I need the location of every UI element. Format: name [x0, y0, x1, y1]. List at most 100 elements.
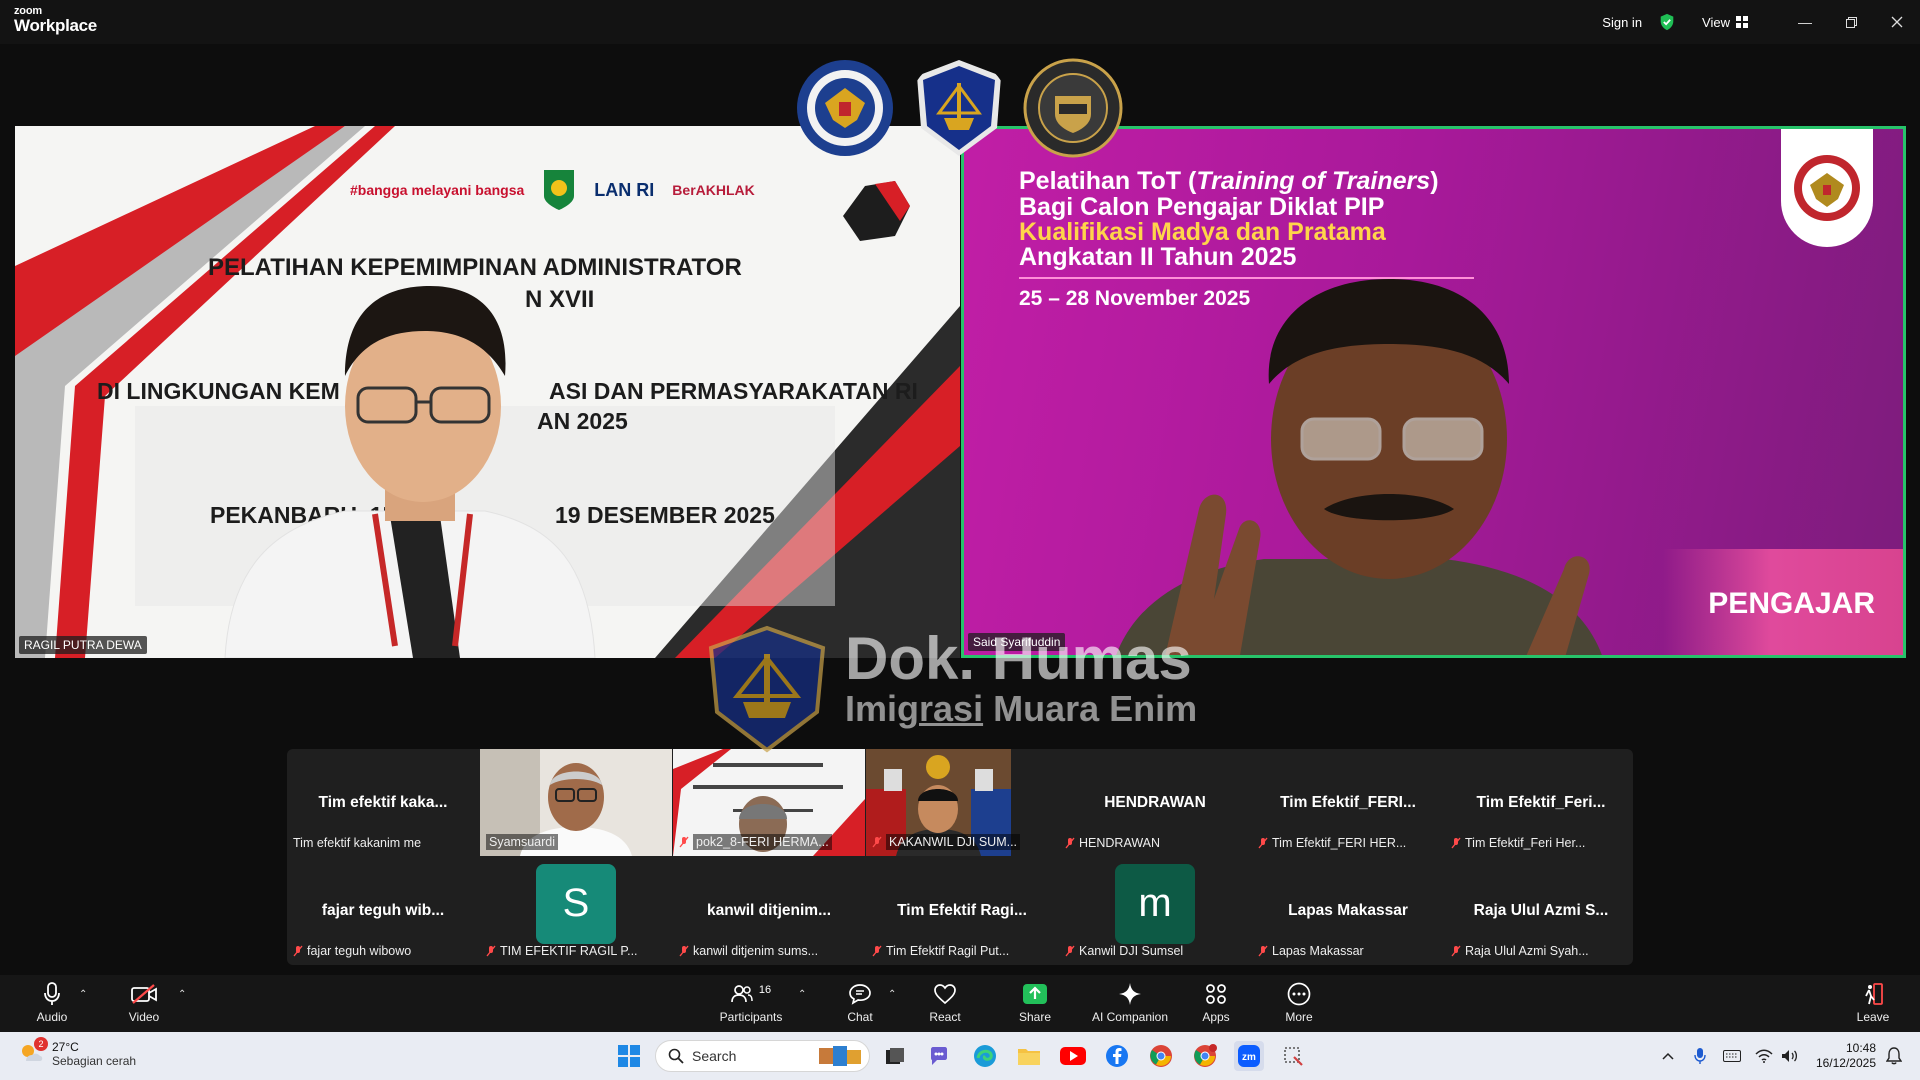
sign-in-link[interactable]: Sign in [1602, 15, 1642, 30]
gallery-tile-name: Tim efektif kakanim me [293, 836, 421, 850]
video-options-chevron-icon[interactable]: ⌃ [178, 989, 186, 1000]
chrome-profile-icon[interactable] [1190, 1041, 1220, 1071]
gallery-tile-name-text: Kanwil DJI Sumsel [1079, 944, 1184, 958]
gallery-tile-name-text: TIM EFEKTIF RAGIL P... [500, 944, 638, 958]
gallery-tile[interactable]: Raja Ulul Azmi S... Raja Ulul Azmi Syah.… [1445, 857, 1633, 964]
gallery-tile-name-text: Tim Efektif_Feri Her... [1465, 836, 1586, 850]
audio-options-chevron-icon[interactable]: ⌃ [79, 989, 87, 1000]
gallery-tile-name: Raja Ulul Azmi Syah... [1451, 944, 1589, 958]
garuda-emblem-icon [797, 60, 893, 156]
weather-icon: 2 [18, 1037, 48, 1067]
meeting-area: #bangga melayani bangsa LAN RI BerAKHLAK… [0, 44, 1920, 975]
clock-date: 16/12/2025 [1815, 1056, 1876, 1070]
muted-mic-icon [1065, 837, 1075, 849]
gallery-tile[interactable]: fajar teguh wib... fajar teguh wibowo [287, 857, 479, 964]
leave-icon [1859, 981, 1887, 1007]
view-button[interactable]: View [1702, 15, 1748, 30]
gallery-tile-name: Tim Efektif_Feri Her... [1451, 836, 1585, 850]
gallery-tile-name-text: HENDRAWAN [1079, 836, 1161, 850]
video-tile-said[interactable]: Pelatihan ToT (Training of Trainers) Bag… [961, 126, 1906, 658]
muted-mic-icon [872, 836, 882, 848]
weather-widget[interactable]: 2 27°C Sebagian cerah [18, 1037, 137, 1068]
gallery-tile[interactable]: Syamsuardi [480, 749, 672, 856]
muted-mic-icon [1451, 945, 1461, 957]
notification-bell-icon[interactable] [1882, 1041, 1906, 1071]
watermark-line2b: rasi [919, 688, 984, 729]
participants-button[interactable]: 16 Participants [710, 981, 792, 1029]
gallery-tile-title: Lapas Makassar [1288, 901, 1408, 919]
muted-mic-icon [486, 945, 496, 957]
react-label: React [929, 1010, 961, 1024]
apps-button[interactable]: Apps [1176, 981, 1256, 1029]
share-label: Share [1018, 1010, 1052, 1024]
tray-mic-icon[interactable] [1688, 1041, 1712, 1071]
chat-options-chevron-icon[interactable]: ⌃ [888, 989, 896, 1000]
restore-icon [1845, 16, 1857, 28]
gallery-tile[interactable]: kanwil ditjenim... kanwil ditjenim sums.… [673, 857, 865, 964]
gallery-tile-name: HENDRAWAN [1065, 836, 1160, 850]
grid-icon [1736, 16, 1748, 28]
gallery-tile[interactable]: m Kanwil DJI Sumsel [1059, 857, 1251, 964]
task-view-icon[interactable] [880, 1041, 910, 1071]
chrome-icon[interactable] [1146, 1041, 1176, 1071]
video-label: Video [128, 1010, 160, 1024]
minimize-button[interactable]: — [1782, 0, 1828, 44]
react-button[interactable]: React [905, 981, 985, 1029]
gallery-tile-title: fajar teguh wib... [321, 901, 445, 919]
gallery-tile[interactable]: Tim Efektif Ragi... Tim Efektif Ragil Pu… [866, 857, 1058, 964]
volume-icon[interactable] [1778, 1041, 1802, 1071]
participants-count: 16 [758, 984, 772, 996]
ai-companion-button[interactable]: AI Companion [1080, 981, 1180, 1029]
participant-name-tag: RAGIL PUTRA DEWA [19, 636, 147, 654]
share-button[interactable]: Share [995, 981, 1075, 1029]
gallery-tile-name: kanwil ditjenim sums... [679, 944, 818, 958]
teams-icon[interactable] [925, 1041, 955, 1071]
title-bar: zoom Workplace Sign in View — [0, 0, 1920, 44]
gallery-tile[interactable]: Tim Efektif_Feri... Tim Efektif_Feri Her… [1445, 749, 1633, 856]
gallery-tile[interactable]: HENDRAWAN HENDRAWAN [1059, 749, 1251, 856]
zoom-logo: zoom Workplace [14, 6, 97, 35]
keyboard-icon[interactable] [1720, 1041, 1744, 1071]
close-button[interactable] [1874, 0, 1920, 44]
windows-taskbar: 2 27°C Sebagian cerah Search zm 10:48 16… [0, 1032, 1920, 1080]
windows-start-icon[interactable] [614, 1041, 644, 1071]
leave-button[interactable]: Leave [1833, 981, 1913, 1029]
facebook-icon[interactable] [1102, 1041, 1132, 1071]
gallery-tile-name: Syamsuardi [486, 834, 558, 850]
heart-icon [931, 981, 959, 1007]
file-explorer-icon[interactable] [1014, 1041, 1044, 1071]
wifi-icon[interactable] [1752, 1041, 1776, 1071]
zoom-taskbar-icon[interactable]: zm [1234, 1041, 1264, 1071]
gallery-tile[interactable]: KAKANWIL DJI SUM... [866, 749, 1058, 856]
snipping-tool-icon[interactable] [1278, 1041, 1308, 1071]
taskbar-clock[interactable]: 10:48 16/12/2025 [1816, 1041, 1876, 1071]
participants-label: Participants [719, 1010, 783, 1024]
youtube-icon[interactable] [1058, 1041, 1088, 1071]
muted-mic-icon [872, 945, 882, 957]
avatar: m [1115, 863, 1195, 944]
video-button[interactable]: Video [104, 981, 184, 1029]
clock-time: 10:48 [1845, 1041, 1876, 1055]
weather-description: Sebagian cerah [52, 1054, 137, 1068]
gallery-tile-name: Kanwil DJI Sumsel [1065, 944, 1183, 958]
gallery-tile-name-text: kanwil ditjenim sums... [693, 944, 819, 958]
gallery-tile-name-text: Raja Ulul Azmi Syah... [1465, 944, 1589, 958]
restore-button[interactable] [1828, 0, 1874, 44]
share-screen-icon [1021, 981, 1049, 1007]
gallery-tile[interactable]: Tim efektif kaka... Tim efektif kakanim … [287, 749, 479, 856]
muted-mic-icon [293, 945, 303, 957]
gallery-tile[interactable]: S TIM EFEKTIF RAGIL P... [480, 857, 672, 964]
video-tile-ragil[interactable]: #bangga melayani bangsa LAN RI BerAKHLAK… [15, 126, 960, 658]
edge-icon[interactable] [970, 1041, 1000, 1071]
taskbar-search[interactable]: Search [655, 1040, 870, 1072]
weather-badge: 2 [34, 1037, 48, 1051]
participants-options-chevron-icon[interactable]: ⌃ [798, 989, 806, 1000]
encryption-shield-icon[interactable] [1658, 13, 1676, 31]
tray-chevron-icon[interactable] [1656, 1041, 1680, 1071]
gallery-tile[interactable]: Lapas Makassar Lapas Makassar [1252, 857, 1444, 964]
gallery-tile[interactable]: pok2_8-FERI HERMA... [673, 749, 865, 856]
gallery-tile-name-text: Tim efektif kakanim me [293, 836, 422, 850]
gallery-tile[interactable]: Tim Efektif_FERI... Tim Efektif_FERI HER… [1252, 749, 1444, 856]
gallery-tile-name-text: Tim Efektif Ragil Put... [886, 944, 1010, 958]
more-button[interactable]: More [1259, 981, 1339, 1029]
